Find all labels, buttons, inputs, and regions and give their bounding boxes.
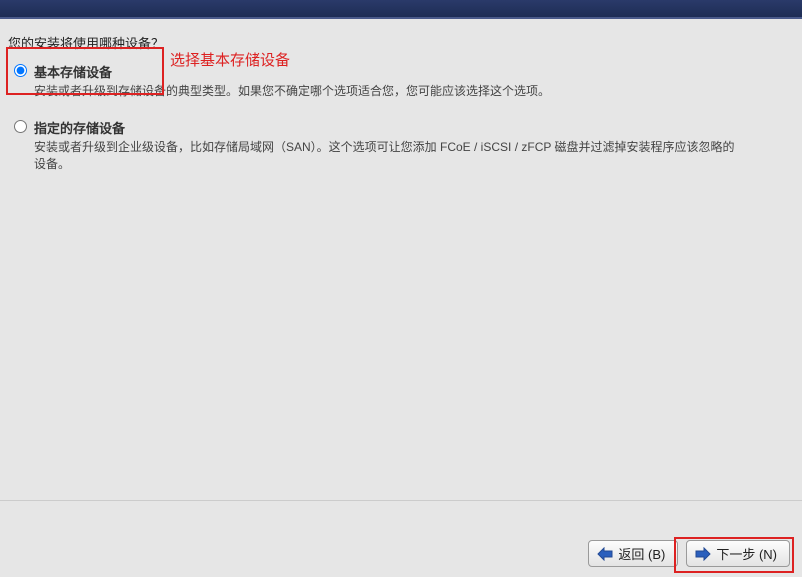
radio-special[interactable]: [14, 120, 27, 133]
option-special-desc: 安装或者升级到企业级设备，比如存储局域网（SAN）。这个选项可让您添加 FCoE…: [34, 139, 744, 173]
option-basic-desc: 安装或者升级到存储设备的典型类型。如果您不确定哪个选项适合您，您可能应该选择这个…: [34, 83, 744, 100]
option-basic[interactable]: 基本存储设备 安装或者升级到存储设备的典型类型。如果您不确定哪个选项适合您，您可…: [14, 62, 794, 100]
option-basic-title: 基本存储设备: [34, 62, 744, 81]
arrow-right-icon: [695, 547, 711, 561]
back-button-label: 返回 (B): [618, 544, 665, 563]
next-button-label: 下一步 (N): [716, 544, 777, 563]
prompt-text: 您的安装将使用哪种设备？: [8, 33, 794, 52]
footer-separator: [0, 500, 802, 501]
annotation-text: 选择基本存储设备: [170, 49, 290, 70]
header-strip: [0, 0, 802, 19]
option-special-title: 指定的存储设备: [34, 118, 744, 137]
back-button[interactable]: 返回 (B): [588, 540, 678, 567]
footer-buttons: 返回 (B) 下一步 (N): [588, 540, 790, 567]
radio-basic[interactable]: [14, 64, 27, 77]
option-special[interactable]: 指定的存储设备 安装或者升级到企业级设备，比如存储局域网（SAN）。这个选项可让…: [14, 118, 794, 173]
arrow-left-icon: [597, 547, 613, 561]
main-content: 您的安装将使用哪种设备？ 基本存储设备 安装或者升级到存储设备的典型类型。如果您…: [0, 19, 802, 172]
next-button[interactable]: 下一步 (N): [686, 540, 790, 567]
